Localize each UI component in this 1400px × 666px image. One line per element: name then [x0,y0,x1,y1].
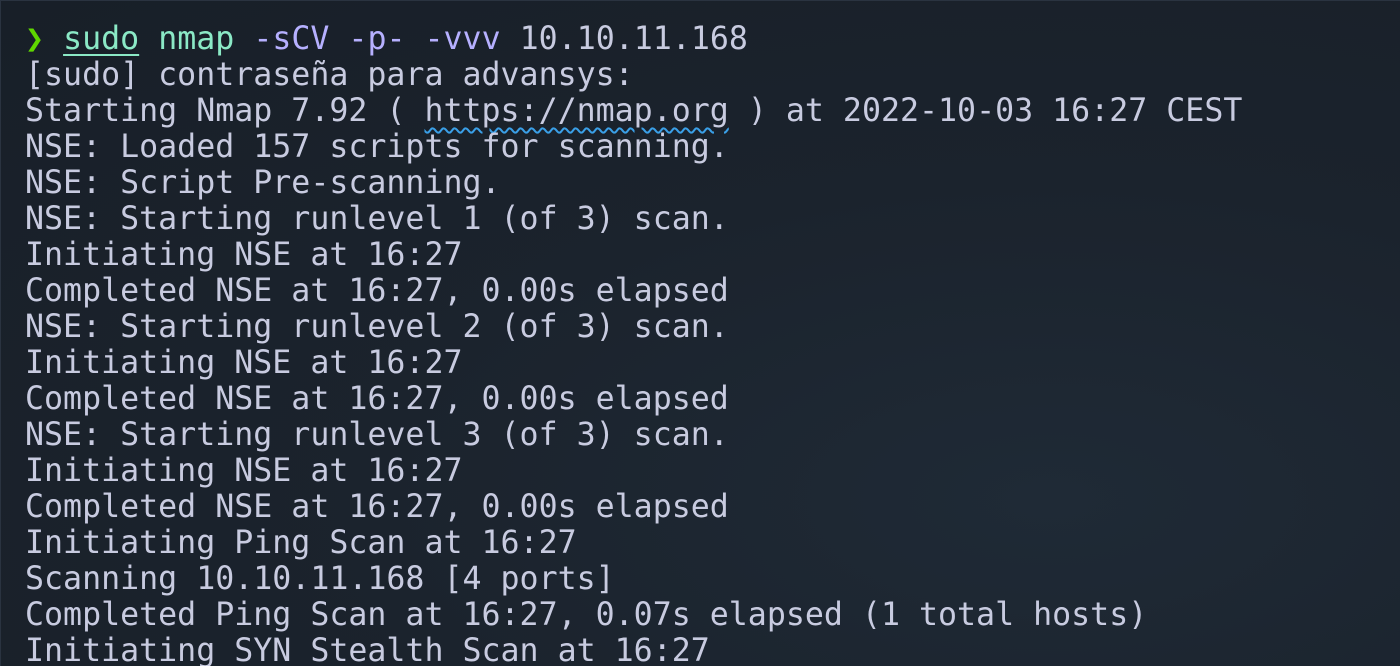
output-line: NSE: Starting runlevel 3 (of 3) scan. [25,417,729,453]
output-line: Completed NSE at 16:27, 0.00s elapsed [25,489,729,525]
output-line: NSE: Script Pre-scanning. [25,165,501,201]
command-line: ❯ sudo nmap -sCV -p- -vvv 10.10.11.168 [25,21,1400,57]
output-line: Scanning 10.10.11.168 [4 ports] [25,561,615,597]
output-line: Initiating NSE at 16:27 [25,453,463,489]
output-line: Initiating Ping Scan at 16:27 [25,525,577,561]
output-line: Completed Ping Scan at 16:27, 0.07s elap… [25,597,1148,633]
command-name: nmap [158,21,235,57]
command-args: -sCV -p- -vvv [253,21,501,57]
output-line: Initiating SYN Stealth Scan at 16:27 [25,633,710,666]
terminal-output: ❯ sudo nmap -sCV -p- -vvv 10.10.11.168 [… [25,21,1400,666]
output-line: Completed NSE at 16:27, 0.00s elapsed [25,381,729,417]
start-line: Starting Nmap 7.92 ( https://nmap.org ) … [25,93,1400,129]
output-line: Completed NSE at 16:27, 0.00s elapsed [25,273,729,309]
output-line: Initiating NSE at 16:27 [25,345,463,381]
output-line: NSE: Loaded 157 scripts for scanning. [25,129,729,165]
nmap-url-link[interactable]: https://nmap.org [424,93,728,129]
output-line: Initiating NSE at 16:27 [25,237,463,273]
prompt-arrow-icon: ❯ [25,21,45,57]
terminal-window[interactable]: ❯ sudo nmap -sCV -p- -vvv 10.10.11.168 [… [0,0,1400,666]
start-line-suffix: ) at 2022-10-03 16:27 CEST [728,93,1243,129]
password-prompt-line: [sudo] contraseña para advansys: [25,57,634,93]
output-line: NSE: Starting runlevel 2 (of 3) scan. [25,309,729,345]
start-line-prefix: Starting Nmap 7.92 ( [25,93,425,129]
command-sudo: sudo [63,21,140,57]
output-line: NSE: Starting runlevel 1 (of 3) scan. [25,201,729,237]
command-target: 10.10.11.168 [519,21,748,57]
